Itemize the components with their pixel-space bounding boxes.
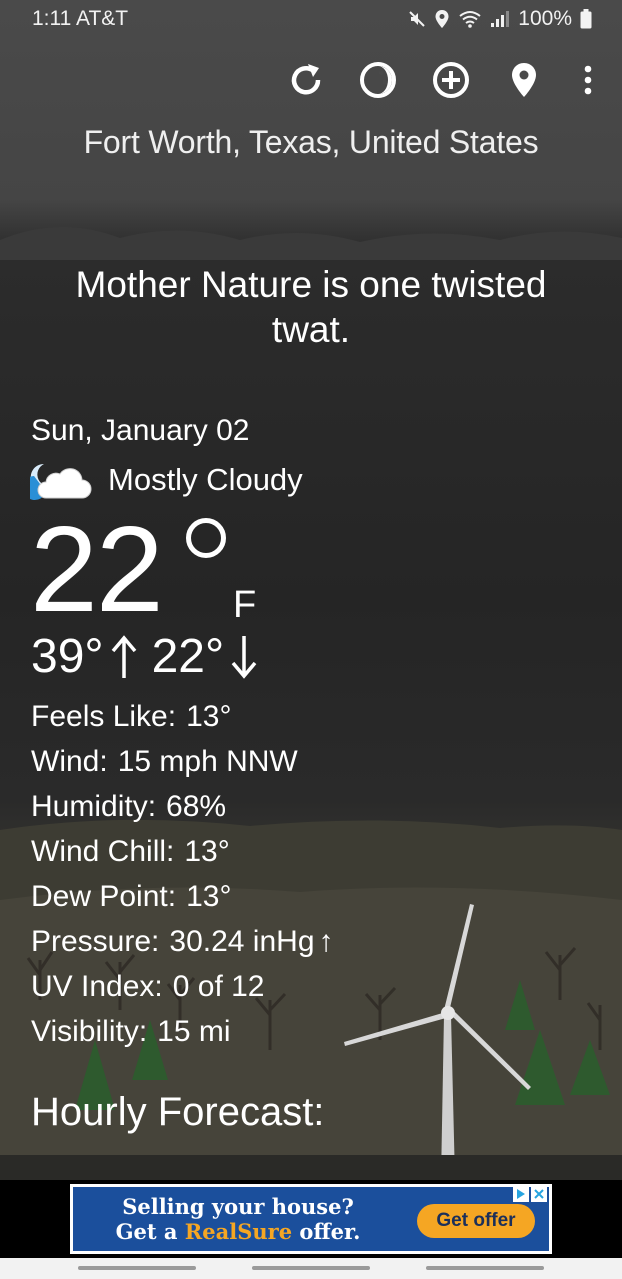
temperature-unit: F bbox=[233, 584, 257, 626]
degree-symbol bbox=[186, 518, 226, 558]
weather-details: Feels Like: 13° Wind: 15 mph NNW Humidity:… bbox=[31, 697, 334, 1057]
weather-quote: Mother Nature is one twisted twat. bbox=[75, 264, 547, 350]
mute-icon bbox=[409, 11, 425, 27]
battery-percent: 100% bbox=[518, 7, 572, 30]
arrow-up-icon bbox=[111, 635, 136, 678]
detail-uv-index: UV Index: 0 of 12 bbox=[31, 967, 334, 1012]
detail-feels-like: Feels Like: 13° bbox=[31, 697, 334, 742]
detail-label: UV Index: bbox=[31, 970, 163, 1003]
detail-value: 13° bbox=[186, 880, 232, 913]
nav-recents-button[interactable] bbox=[78, 1266, 196, 1270]
ad-copy: Selling your house? Get a RealSure offer… bbox=[73, 1194, 403, 1244]
detail-value: 0 of 12 bbox=[172, 970, 265, 1003]
arrow-down-icon bbox=[231, 636, 257, 679]
detail-label: Pressure: bbox=[31, 925, 160, 958]
system-navigation-bar bbox=[0, 1258, 622, 1279]
nav-home-button[interactable] bbox=[252, 1266, 370, 1270]
detail-wind: Wind: 15 mph NNW bbox=[31, 742, 334, 787]
detail-value: 68% bbox=[166, 790, 227, 823]
detail-value: 15 mph NNW bbox=[117, 745, 298, 778]
detail-label: Dew Point: bbox=[31, 880, 177, 913]
detail-value: 15 mi bbox=[157, 1015, 231, 1048]
ad-line-2-prefix: Get a bbox=[115, 1219, 185, 1244]
detail-visibility: Visibility: 15 mi bbox=[31, 1012, 334, 1057]
status-icons: 100% bbox=[408, 7, 592, 31]
ad-brand: RealSure bbox=[184, 1219, 293, 1244]
ad-close-icon[interactable] bbox=[531, 1186, 547, 1202]
location-status-icon bbox=[435, 10, 449, 28]
current-temperature: 22 bbox=[30, 501, 164, 637]
wifi-icon bbox=[459, 11, 481, 28]
detail-label: Wind Chill: bbox=[31, 835, 175, 868]
status-bar: 1:11 AT&T 100% bbox=[0, 0, 622, 38]
nav-back-button[interactable] bbox=[426, 1266, 544, 1270]
overflow-menu-icon[interactable] bbox=[566, 58, 610, 102]
pressure-trend: ↑ bbox=[318, 925, 334, 958]
location-pin-icon[interactable] bbox=[502, 58, 546, 102]
theme-icon[interactable] bbox=[356, 58, 400, 102]
detail-value: 13° bbox=[184, 835, 230, 868]
ad-line-1: Selling your house? bbox=[122, 1194, 354, 1219]
high-temperature: 39° bbox=[31, 630, 104, 683]
detail-label: Feels Like: bbox=[31, 700, 177, 733]
partly-cloudy-night-icon bbox=[30, 463, 92, 500]
toolbar bbox=[0, 58, 622, 102]
condition-text: Mostly Cloudy bbox=[108, 462, 303, 497]
detail-label: Wind: bbox=[31, 745, 108, 778]
forecast-date: Sun, January 02 bbox=[31, 414, 250, 447]
ad-cta-button[interactable]: Get offer bbox=[417, 1204, 535, 1238]
battery-icon bbox=[580, 9, 592, 29]
detail-label: Visibility: bbox=[31, 1015, 148, 1048]
detail-wind-chill: Wind Chill: 13° bbox=[31, 832, 334, 877]
ad-line-2: Get a RealSure offer. bbox=[73, 1219, 403, 1244]
signal-icon bbox=[491, 11, 510, 27]
high-low-row: 39° 22° bbox=[31, 630, 272, 684]
status-time-carrier: 1:11 AT&T bbox=[32, 7, 129, 30]
detail-pressure: Pressure: 30.24 inHg ↑ bbox=[31, 922, 334, 967]
detail-value: 13° bbox=[186, 700, 232, 733]
refresh-icon[interactable] bbox=[284, 58, 328, 102]
hourly-forecast-heading: Hourly Forecast: bbox=[31, 1090, 325, 1134]
low-temperature: 22° bbox=[151, 630, 225, 683]
location-title[interactable]: Fort Worth, Texas, United States bbox=[0, 124, 622, 161]
detail-humidity: Humidity: 68% bbox=[31, 787, 334, 832]
condition-row: Mostly Cloudy bbox=[30, 458, 303, 502]
ad-choices[interactable] bbox=[513, 1186, 547, 1202]
detail-value: 30.24 inHg bbox=[169, 925, 315, 958]
ad-choices-icon[interactable] bbox=[513, 1186, 529, 1202]
ad-line-2-suffix: offer. bbox=[292, 1219, 361, 1244]
ad-banner[interactable]: Selling your house? Get a RealSure offer… bbox=[70, 1184, 552, 1254]
detail-label: Humidity: bbox=[31, 790, 157, 823]
add-location-icon[interactable] bbox=[429, 58, 473, 102]
detail-dew-point: Dew Point: 13° bbox=[31, 877, 334, 922]
